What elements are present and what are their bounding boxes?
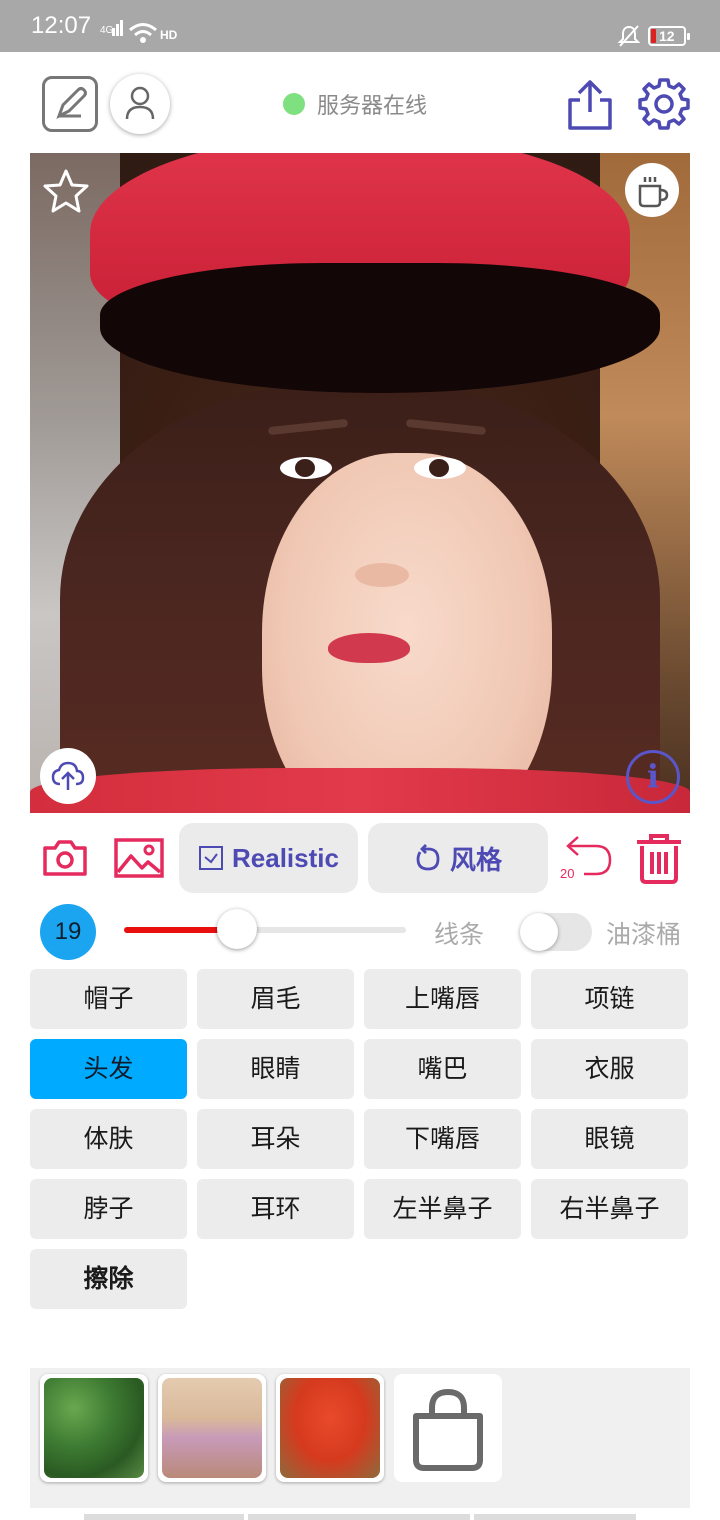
image-icon[interactable] [114,838,164,878]
checkbox-icon [199,846,224,870]
star-icon[interactable] [42,168,90,214]
bell-muted-icon [617,25,641,47]
toggle-knob [520,913,558,951]
face-region [262,453,552,813]
paint-bucket-label: 油漆桶 [606,920,682,949]
cloud-upload-icon [51,761,85,790]
brush-size-slider[interactable] [124,909,406,949]
battery-icon: 12 [648,26,690,46]
trash-icon[interactable] [634,832,684,884]
part-button[interactable]: 体肤 [30,1109,187,1169]
realistic-mode-button[interactable]: Realistic [179,823,358,893]
undo-button[interactable]: 20 [558,832,618,888]
hd-indicator: HD [160,28,178,42]
part-button[interactable]: 耳朵 [197,1109,354,1169]
camera-icon[interactable] [42,838,88,878]
part-button[interactable]: 脖子 [30,1179,187,1239]
status-bar: 12:07 4G HD 12 [0,0,720,52]
refresh-icon [416,844,440,871]
material-thumbnail[interactable] [40,1374,148,1482]
material-thumbnail[interactable] [276,1374,384,1482]
part-button[interactable]: 项链 [531,969,688,1029]
app-screen: 12:07 4G HD 12 服务器在线 i Realistic 风格 20 1… [0,0,720,1520]
battery-level: 12 [659,28,675,44]
brush-slider-thumb[interactable] [216,909,257,949]
info-button[interactable]: i [626,750,680,804]
status-time: 12:07 [31,12,92,39]
part-button[interactable]: 眼睛 [197,1039,354,1099]
edit-icon [56,87,87,120]
info-icon: i [646,757,660,795]
style-button[interactable]: 风格 [368,823,548,893]
profile-button[interactable] [110,74,170,134]
style-label: 风格 [449,845,502,876]
profile-icon [125,86,155,120]
realistic-mode-label: Realistic [232,842,339,873]
share-icon[interactable] [566,78,614,132]
part-button[interactable]: 眉毛 [197,969,354,1029]
undo-count: 20 [560,866,575,881]
shopping-bag-icon [413,1388,483,1471]
material-thumbnail[interactable] [158,1374,266,1482]
part-button[interactable]: 耳环 [197,1179,354,1239]
part-button[interactable]: 帽子 [30,969,187,1029]
server-status-text: 服务器在线 [317,94,428,119]
part-button[interactable]: 衣服 [531,1039,688,1099]
server-status-dot [283,93,305,115]
part-button[interactable]: 右半鼻子 [531,1179,688,1239]
part-button[interactable]: 头发 [30,1039,187,1099]
part-button[interactable]: 下嘴唇 [364,1109,521,1169]
top-bar: 服务器在线 [0,52,720,152]
part-button[interactable]: 上嘴唇 [364,969,521,1029]
line-mode-label: 线条 [434,920,485,949]
part-button[interactable]: 擦除 [30,1249,187,1309]
shop-button[interactable] [394,1374,502,1482]
signal-icon [112,20,123,36]
paint-bucket-toggle[interactable] [520,913,592,951]
upload-button[interactable] [40,748,96,804]
server-status: 服务器在线 [283,91,428,119]
material-bar [30,1368,690,1508]
gear-icon[interactable] [636,76,692,132]
part-button[interactable]: 左半鼻子 [364,1179,521,1239]
coffee-icon [638,177,669,208]
brush-size-badge: 19 [40,904,96,960]
edit-button[interactable] [42,76,98,132]
photo-canvas[interactable] [30,153,690,813]
wifi-icon [129,23,157,43]
part-button[interactable]: 眼镜 [531,1109,688,1169]
coffee-button[interactable] [625,163,679,217]
part-button[interactable]: 嘴巴 [364,1039,521,1099]
